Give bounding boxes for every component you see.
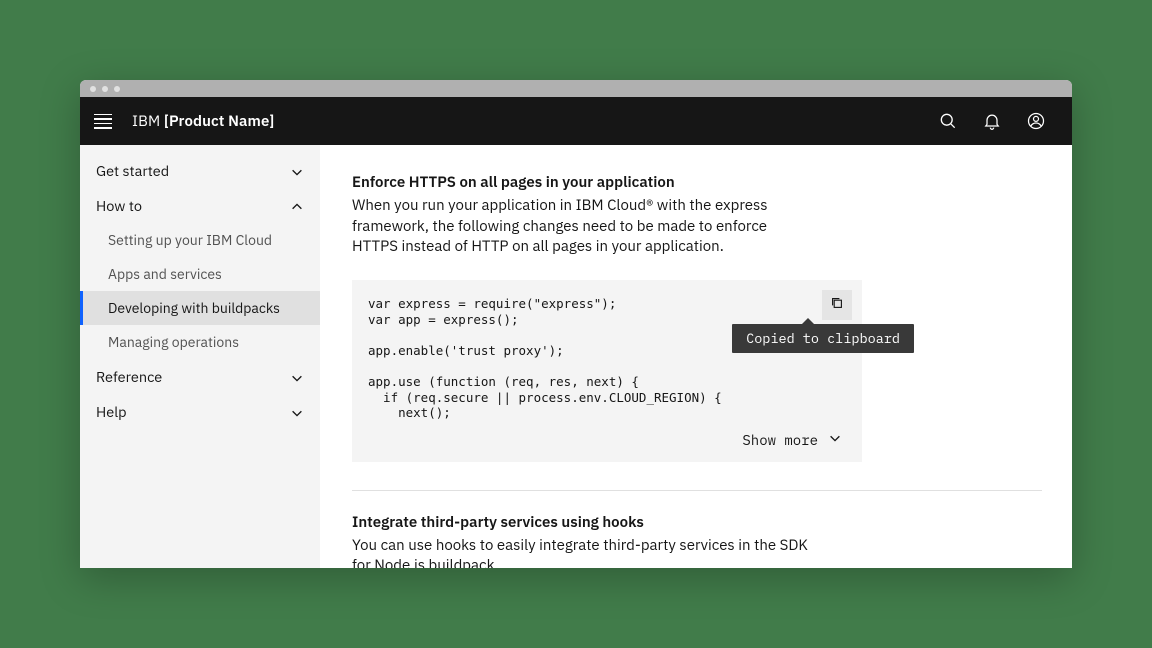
sidebar-group-help[interactable]: Help [80,394,320,429]
traffic-light-minimize[interactable] [102,86,108,92]
search-icon[interactable] [926,99,970,143]
app-window: IBM [Product Name] Get started How to [80,80,1072,568]
sidebar-group-label: Get started [96,161,169,180]
chevron-down-icon [290,370,304,384]
sidebar: Get started How to Setting up your IBM C… [80,145,320,568]
notifications-icon[interactable] [970,99,1014,143]
sidebar-group-get-started[interactable]: Get started [80,153,320,188]
sidebar-item-developing-buildpacks[interactable]: Developing with buildpacks [80,291,320,325]
copy-button[interactable] [822,290,852,320]
section-para-hooks: You can use hooks to easily integrate th… [352,536,812,568]
sidebar-item-setting-up[interactable]: Setting up your IBM Cloud [80,223,320,257]
window-titlebar [80,80,1072,97]
chevron-down-icon [290,164,304,178]
brand-product: [Product Name] [164,112,275,131]
copy-tooltip: Copied to clipboard [732,324,914,353]
section-title-hooks: Integrate third-party services using hoo… [352,513,1036,532]
section-divider [352,490,1042,491]
sidebar-item-apps-services[interactable]: Apps and services [80,257,320,291]
user-avatar-icon[interactable] [1014,99,1058,143]
chevron-up-icon [290,199,304,213]
code-text: var express = require("express"); var ap… [368,296,846,421]
sidebar-item-label: Apps and services [108,265,222,283]
traffic-light-close[interactable] [90,86,96,92]
show-more-toggle[interactable]: Show more [368,421,846,462]
chevron-down-icon [828,431,842,450]
section-title-https: Enforce HTTPS on all pages in your appli… [352,173,1036,192]
sidebar-item-managing-operations[interactable]: Managing operations [80,325,320,359]
main-content: Enforce HTTPS on all pages in your appli… [320,145,1072,568]
traffic-light-zoom[interactable] [114,86,120,92]
brand-prefix: IBM [132,112,164,131]
brand: IBM [Product Name] [132,112,274,131]
sidebar-group-how-to[interactable]: How to [80,188,320,223]
menu-icon[interactable] [94,111,114,131]
section-para-https: When you run your application in IBM Clo… [352,196,812,258]
sidebar-item-label: Developing with buildpacks [108,299,280,317]
code-snippet: var express = require("express"); var ap… [352,280,862,462]
sidebar-item-label: Setting up your IBM Cloud [108,231,272,249]
sidebar-group-label: Help [96,402,127,421]
sidebar-group-label: Reference [96,367,162,386]
sidebar-group-reference[interactable]: Reference [80,359,320,394]
sidebar-item-label: Managing operations [108,333,239,351]
topbar: IBM [Product Name] [80,97,1072,145]
sidebar-group-label: How to [96,196,142,215]
show-more-label: Show more [742,432,818,450]
copy-icon [829,295,845,316]
chevron-down-icon [290,405,304,419]
